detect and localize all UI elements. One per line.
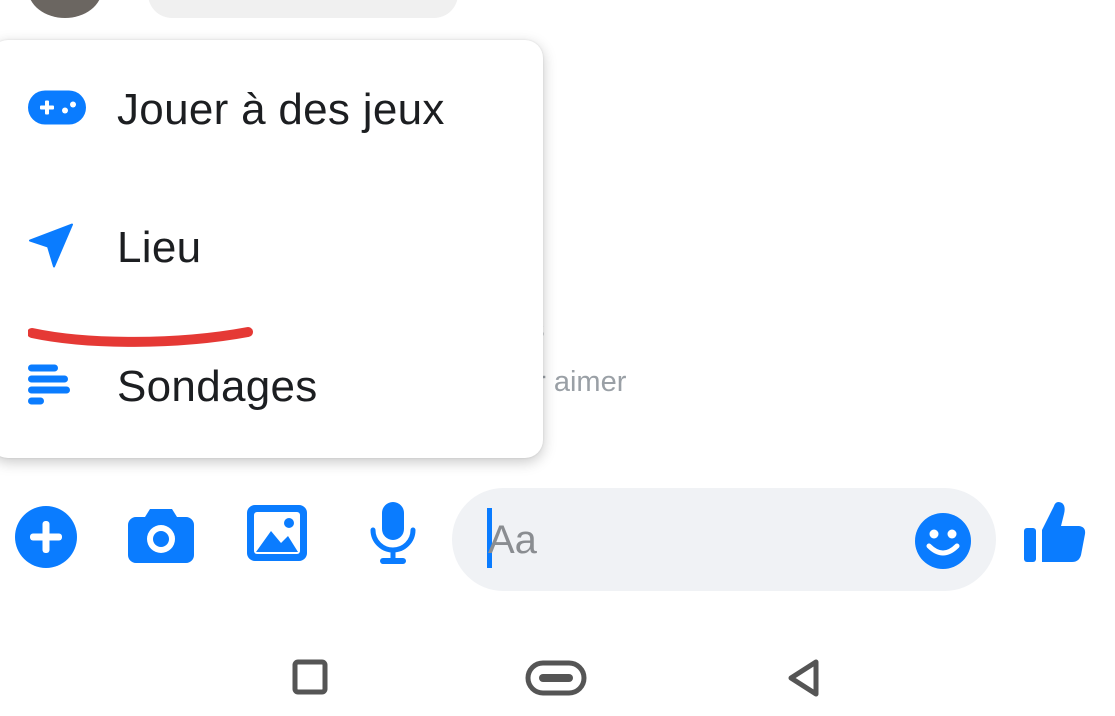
location-arrow-icon [28,223,74,274]
message-input-placeholder: Aa [488,518,537,562]
gamepad-icon [28,90,86,130]
red-underline-annotation [28,327,253,347]
menu-item-label: Sondages [117,362,318,411]
back-icon[interactable] [786,658,822,703]
camera-icon[interactable] [128,507,194,568]
plus-icon[interactable] [14,505,78,574]
microphone-icon[interactable] [368,500,418,571]
menu-item-games[interactable]: Jouer à des jeux [0,55,543,165]
gallery-icon[interactable] [247,505,307,566]
message-input[interactable]: Aa [452,488,996,591]
message-bubble [148,0,458,18]
home-icon[interactable] [525,660,587,701]
poll-icon [28,364,72,410]
recents-icon[interactable] [292,659,328,700]
menu-item-place[interactable]: Lieu [0,193,543,303]
avatar[interactable] [28,0,102,18]
menu-item-label: Lieu [117,223,202,272]
like-icon[interactable] [1024,500,1086,569]
menu-item-label: Jouer à des jeux [117,85,445,134]
attachment-menu: Jouer à des jeux Lieu Sondages [0,40,543,458]
emoji-icon[interactable] [914,512,972,575]
